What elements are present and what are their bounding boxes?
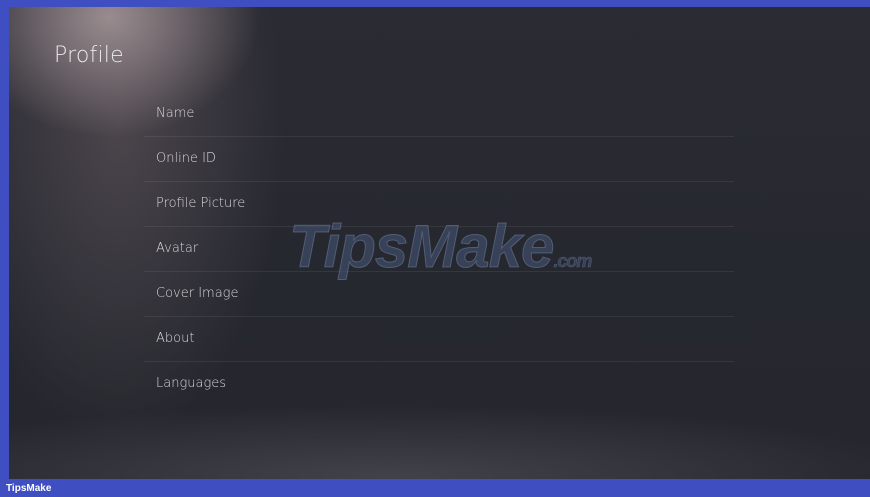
menu-item-name[interactable]: Name [144, 92, 734, 137]
profile-screen: Profile Name Online ID Profile Picture A… [9, 7, 870, 479]
watermark-suffix: .com [553, 251, 593, 272]
menu-item-about[interactable]: About [144, 317, 734, 362]
menu-item-label: About [156, 331, 195, 346]
footer-brand-label: TipsMake [6, 483, 52, 494]
watermark-main: TipsMake [288, 213, 554, 280]
menu-item-online-id[interactable]: Online ID [144, 137, 734, 182]
page-title: Profile [54, 43, 124, 68]
page-frame: Profile Name Online ID Profile Picture A… [0, 0, 870, 497]
menu-item-label: Name [156, 106, 195, 121]
menu-item-label: Languages [156, 376, 227, 391]
menu-item-label: Cover Image [156, 286, 239, 301]
menu-item-label: Avatar [156, 241, 199, 256]
menu-item-label: Online ID [156, 151, 216, 166]
watermark-logo: TipsMake.com [288, 216, 593, 291]
menu-item-languages[interactable]: Languages [144, 362, 734, 406]
menu-item-label: Profile Picture [156, 196, 246, 211]
